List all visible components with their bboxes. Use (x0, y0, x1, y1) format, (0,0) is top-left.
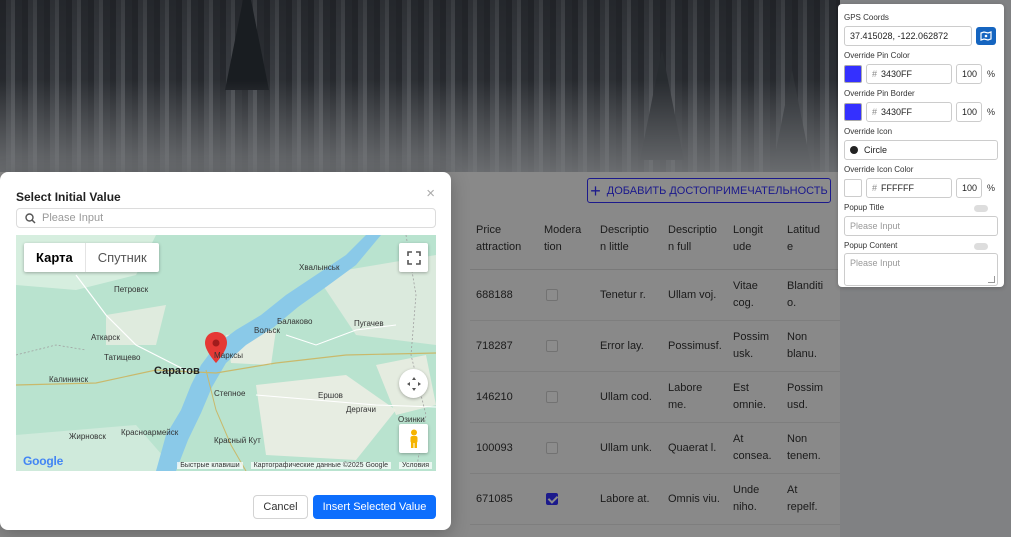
map-data-attribution: Картографические данные ©2025 Google (250, 462, 392, 469)
map-city-label: Ершов (318, 391, 343, 400)
move-icon (406, 376, 421, 391)
map-city-label: Красноармейск (121, 428, 179, 437)
icon-color-swatch[interactable] (844, 178, 862, 197)
fullscreen-icon (406, 250, 421, 265)
modal-title: Select Initial Value (16, 190, 121, 204)
percent-label: % (986, 106, 995, 117)
map-city-label: Дергачи (346, 405, 376, 414)
map-city-label: Хвалынськ (299, 263, 340, 272)
percent-label: % (986, 68, 995, 79)
map-city-label: Петровск (114, 285, 149, 294)
pin-color-swatch[interactable] (844, 64, 862, 83)
gps-label: GPS Coords (844, 13, 889, 22)
map-icon (980, 30, 992, 41)
pin-border-swatch[interactable] (844, 102, 862, 121)
map-type-satellite[interactable]: Спутник (84, 243, 159, 272)
icon-color-label: Override Icon Color (844, 165, 914, 174)
icon-color-opacity-input[interactable]: 100 (956, 177, 982, 198)
map-type-control: Карта Спутник (24, 243, 159, 272)
map-type-map[interactable]: Карта (24, 243, 85, 272)
map-attribution: Быстрые клавиши Картографические данные … (16, 460, 436, 471)
pin-border-hex-input[interactable]: #3430FF (866, 101, 952, 122)
locate-button[interactable] (976, 26, 996, 45)
percent-label: % (986, 182, 995, 193)
icon-select[interactable]: Circle (844, 139, 998, 160)
street-view-button[interactable] (399, 424, 428, 453)
insert-selected-value-button[interactable]: Insert Selected Value (313, 495, 436, 519)
pin-border-label: Override Pin Border (844, 89, 915, 98)
map-city-label: Озинки (398, 415, 425, 424)
map-city-label: Красный Кут (214, 436, 261, 445)
map-city-label: Пугачев (354, 319, 384, 328)
terms-link[interactable]: Условия (399, 462, 432, 469)
icon-color-hex-input[interactable]: # FFFFFF (866, 177, 952, 198)
popup-content-label: Popup Content (844, 241, 998, 253)
pin-color-label: Override Pin Color (844, 51, 910, 60)
fullscreen-button[interactable] (399, 243, 428, 272)
map-city-label: Саратов (154, 365, 200, 377)
search-icon (25, 212, 36, 224)
map-city-label: Татищево (104, 353, 141, 362)
pegman-icon (410, 429, 417, 448)
map-view[interactable]: Карта Спутник Хвалынськ Петровск Аткарск… (16, 235, 436, 471)
keyboard-shortcuts-link[interactable]: Быстрые клавиши (177, 462, 243, 469)
map-city-label: Калининск (49, 375, 89, 384)
popup-content-textarea[interactable]: Please Input (844, 253, 998, 286)
cancel-button[interactable]: Cancel (253, 495, 308, 519)
popup-title-label: Popup Title (844, 203, 998, 215)
select-initial-value-modal: Select Initial Value × Please Input Карт… (0, 172, 451, 530)
map-city-label: Степное (214, 389, 246, 398)
map-city-label: Марксы (214, 351, 243, 360)
icon-label: Override Icon (844, 127, 893, 136)
gps-coords-input[interactable]: 37.415028, -122.062872 (844, 25, 972, 46)
pin-border-opacity-input[interactable]: 100 (956, 101, 982, 122)
popup-title-toggle[interactable] (974, 205, 988, 212)
pan-control-button[interactable] (399, 369, 428, 398)
popup-content-toggle[interactable] (974, 243, 988, 250)
marker-settings-panel: GPS Coords 37.415028, -122.062872 Overri… (838, 4, 1004, 287)
map-city-label: Аткарск (91, 333, 120, 342)
map-city-label: Вольск (254, 326, 280, 335)
location-search-input[interactable]: Please Input (16, 208, 436, 228)
popup-title-input[interactable]: Please Input (844, 215, 998, 236)
pin-color-hex-input[interactable]: #3430FF (866, 63, 952, 84)
close-icon[interactable]: × (426, 185, 435, 202)
circle-icon (850, 145, 858, 154)
map-city-label: Балаково (277, 317, 313, 326)
pin-color-opacity-input[interactable]: 100 (956, 63, 982, 84)
map-city-label: Жирновск (69, 432, 106, 441)
